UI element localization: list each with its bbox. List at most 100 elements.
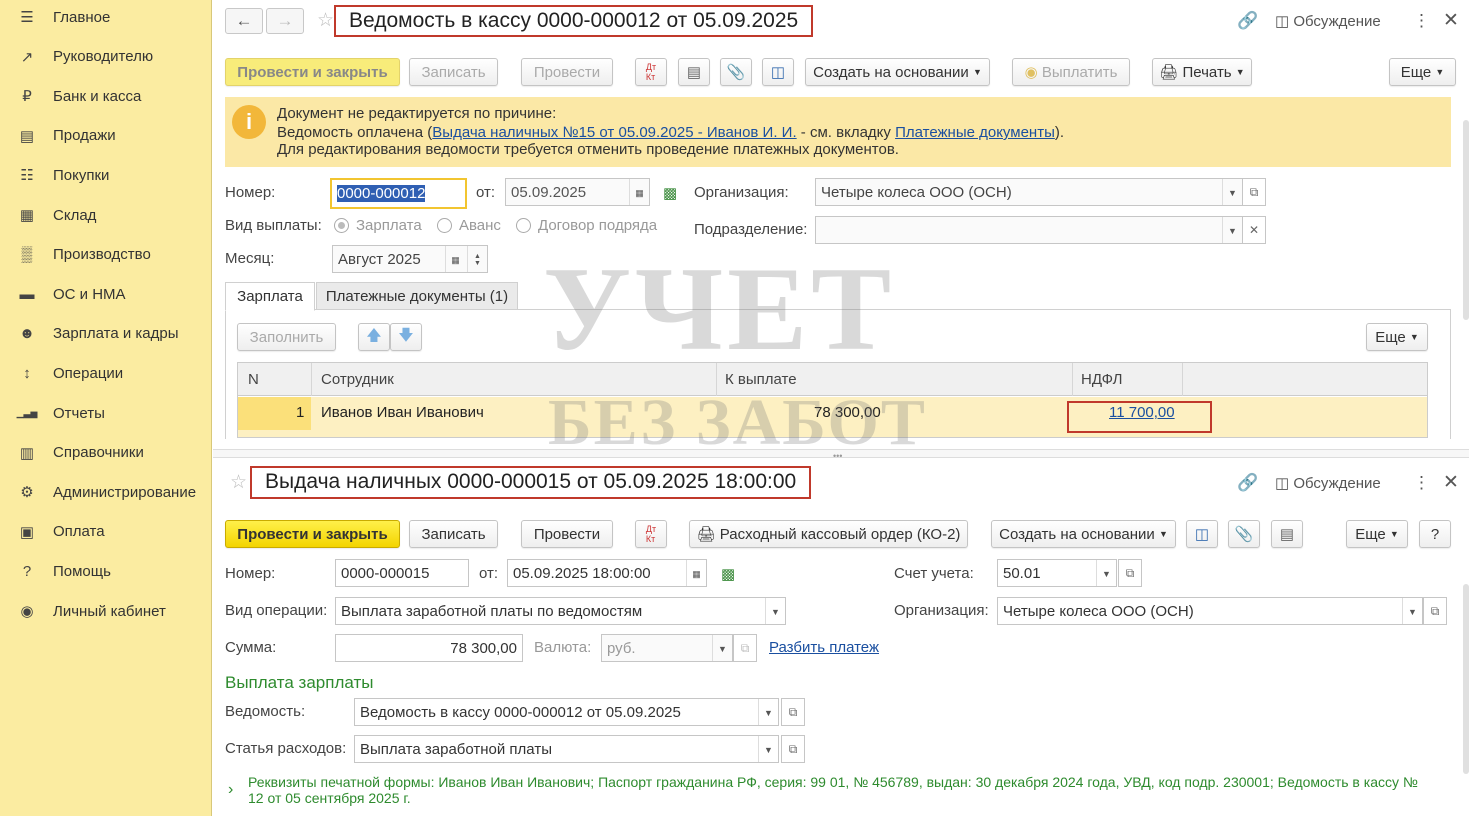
post-and-close-button[interactable]: Провести и закрыть bbox=[225, 58, 400, 86]
paytype-contract-radio[interactable]: Договор подряда bbox=[516, 217, 657, 234]
splitter[interactable]: ••• bbox=[213, 449, 1469, 461]
forward-button[interactable]: → bbox=[266, 8, 304, 34]
sidebar-item-2[interactable]: ₽ Банк и касса bbox=[0, 79, 212, 113]
chevron-down-icon[interactable]: ▼ bbox=[712, 635, 732, 661]
open-icon[interactable]: ⧉ bbox=[781, 698, 805, 726]
sidebar-item-8[interactable]: ☻ Зарплата и кадры bbox=[0, 317, 212, 351]
sidebar-item-12[interactable]: ⚙ Администрирование bbox=[0, 475, 212, 509]
month-field[interactable]: Август 2025 ▦ ▲ ▼ bbox=[332, 245, 488, 273]
sidebar-item-13[interactable]: ▣ Оплата bbox=[0, 515, 212, 549]
sidebar-item-14[interactable]: ? Помощь bbox=[0, 554, 212, 588]
scrollbar-bottom[interactable] bbox=[1463, 584, 1469, 774]
more-button-2[interactable]: Еще ▼ bbox=[1346, 520, 1408, 548]
open-icon[interactable]: ⧉ bbox=[1423, 597, 1447, 625]
date-field-2[interactable]: 05.09.2025 18:00:00 ▦ bbox=[507, 559, 707, 587]
sidebar-item-4[interactable]: ☷ Покупки bbox=[0, 158, 212, 192]
optype-field[interactable]: Выплата заработной платы по ведомостям ▼ bbox=[335, 597, 786, 625]
sidebar-item-10[interactable]: ▁▃▅ Отчеты bbox=[0, 396, 212, 430]
chevron-down-icon[interactable]: ▼ bbox=[1402, 598, 1422, 624]
payment-docs-tab-link[interactable]: Платежные документы bbox=[895, 124, 1055, 141]
chevron-down-icon[interactable]: ▼ bbox=[1096, 560, 1116, 586]
table-row[interactable]: 1 Иванов Иван Иванович 78 300,00 11 700,… bbox=[238, 397, 1427, 430]
post-and-close-button-2[interactable]: Провести и закрыть bbox=[225, 520, 400, 548]
dt-kt-button[interactable]: Дт Кт bbox=[635, 58, 667, 86]
paytype-advance-radio[interactable]: Аванс bbox=[437, 217, 501, 234]
save-button[interactable]: Записать bbox=[409, 58, 498, 86]
currency-field[interactable]: руб. ▼ bbox=[601, 634, 733, 662]
open-icon[interactable]: ⧉ bbox=[1242, 178, 1266, 206]
chevron-down-icon[interactable]: ▼ bbox=[758, 736, 778, 762]
sidebar-item-9[interactable]: ↕ Операции bbox=[0, 356, 212, 390]
org-field[interactable]: Четыре колеса ООО (ОСН) ▼ bbox=[815, 178, 1243, 206]
dt-kt-button-2[interactable]: Дт Кт bbox=[635, 520, 667, 548]
close-icon[interactable]: ✕ bbox=[1443, 9, 1459, 32]
sidebar-item-0[interactable]: ☰ Главное bbox=[0, 0, 212, 34]
create-based-on-button-2[interactable]: Создать на основании ▼ bbox=[991, 520, 1176, 548]
more-button[interactable]: Еще ▼ bbox=[1389, 58, 1456, 86]
account-field[interactable]: 50.01 ▼ bbox=[997, 559, 1117, 587]
post-button[interactable]: Провести bbox=[521, 58, 613, 86]
attach-button[interactable]: 📎 bbox=[720, 58, 752, 86]
discussion-button-2[interactable]: ◫ Обсуждение bbox=[1275, 474, 1381, 492]
tab-payment-docs[interactable]: Платежные документы (1) bbox=[316, 282, 518, 310]
payment-doc-link[interactable]: Выдача наличных №15 от 05.09.2025 - Иван… bbox=[432, 124, 796, 141]
chevron-down-icon[interactable]: ▼ bbox=[758, 699, 778, 725]
close-icon[interactable]: ✕ bbox=[1443, 471, 1459, 494]
sum-field[interactable]: 78 300,00 bbox=[335, 634, 523, 662]
chevron-down-icon[interactable]: ▼ bbox=[765, 598, 785, 624]
structure-button-2[interactable]: ◫ bbox=[1186, 520, 1218, 548]
expense-field[interactable]: Выплата заработной платы ▼ bbox=[354, 735, 779, 763]
chevron-right-icon[interactable]: › bbox=[228, 781, 233, 799]
cash-order-button[interactable]: 🖨 Расходный кассовый ордер (КО-2) bbox=[689, 520, 968, 548]
sidebar-item-5[interactable]: ▦ Склад bbox=[0, 198, 212, 232]
number-field-2[interactable]: 0000-000015 bbox=[335, 559, 469, 587]
save-button-2[interactable]: Записать bbox=[409, 520, 498, 548]
spin-icon[interactable]: ▲ ▼ bbox=[467, 246, 487, 272]
attach-button-2[interactable]: 📎 bbox=[1228, 520, 1260, 548]
more-vertical-icon[interactable]: ⋮ bbox=[1413, 473, 1430, 493]
sidebar-item-7[interactable]: ▬ ОС и НМА bbox=[0, 277, 212, 311]
org-field-2[interactable]: Четыре колеса ООО (ОСН) ▼ bbox=[997, 597, 1423, 625]
fill-button[interactable]: Заполнить bbox=[237, 323, 336, 351]
sidebar-item-6[interactable]: ▒ Производство bbox=[0, 238, 212, 272]
clear-icon[interactable]: ✕ bbox=[1242, 216, 1266, 244]
favorite-star-icon[interactable]: ☆ bbox=[230, 471, 247, 494]
favorite-star-icon[interactable]: ☆ bbox=[317, 9, 334, 32]
report-button-2[interactable]: ▤ bbox=[1271, 520, 1303, 548]
paytype-salary-radio[interactable]: Зарплата bbox=[334, 217, 422, 234]
sidebar-item-3[interactable]: ▤ Продажи bbox=[0, 119, 212, 153]
link-icon[interactable]: 🔗 bbox=[1237, 473, 1258, 493]
print-details[interactable]: Реквизиты печатной формы: Иванов Иван Ив… bbox=[248, 774, 1428, 806]
statement-field[interactable]: Ведомость в кассу 0000-000012 от 05.09.2… bbox=[354, 698, 779, 726]
create-based-on-button[interactable]: Создать на основании ▼ bbox=[805, 58, 990, 86]
dept-field[interactable]: ▼ bbox=[815, 216, 1243, 244]
help-button[interactable]: ? bbox=[1419, 520, 1451, 548]
back-button[interactable]: ← bbox=[225, 8, 263, 34]
report-button[interactable]: ▤ bbox=[678, 58, 710, 86]
link-icon[interactable]: 🔗 bbox=[1237, 11, 1258, 31]
move-up-button[interactable]: 🡅 bbox=[358, 323, 390, 351]
tab-salary[interactable]: Зарплата bbox=[225, 282, 315, 311]
open-icon[interactable]: ⧉ bbox=[781, 735, 805, 763]
date-field[interactable]: 05.09.2025 ▦ bbox=[505, 178, 650, 206]
number-field[interactable]: 0000-000012 bbox=[330, 178, 467, 209]
print-button[interactable]: 🖨 Печать ▼ bbox=[1152, 58, 1252, 86]
open-icon[interactable]: ⧉ bbox=[1118, 559, 1142, 587]
calendar-icon[interactable]: ▦ bbox=[445, 246, 465, 272]
scrollbar-top[interactable] bbox=[1463, 120, 1469, 320]
calendar-icon[interactable]: ▦ bbox=[629, 179, 649, 205]
split-payment-link[interactable]: Разбить платеж bbox=[769, 639, 879, 656]
table-more-button[interactable]: Еще ▼ bbox=[1366, 323, 1428, 351]
more-vertical-icon[interactable]: ⋮ bbox=[1413, 11, 1430, 31]
move-down-button[interactable]: 🡇 bbox=[390, 323, 422, 351]
chevron-down-icon[interactable]: ▼ bbox=[1222, 217, 1242, 243]
sidebar-item-11[interactable]: ▥ Справочники bbox=[0, 436, 212, 470]
calendar-icon[interactable]: ▦ bbox=[686, 560, 706, 586]
open-icon[interactable]: ⧉ bbox=[733, 634, 757, 662]
post-button-2[interactable]: Провести bbox=[521, 520, 613, 548]
discussion-button[interactable]: ◫ Обсуждение bbox=[1275, 12, 1381, 30]
sidebar-item-15[interactable]: ◉ Личный кабинет bbox=[0, 594, 212, 628]
chevron-down-icon[interactable]: ▼ bbox=[1222, 179, 1242, 205]
structure-button[interactable]: ◫ bbox=[762, 58, 794, 86]
pay-button[interactable]: ◉ Выплатить bbox=[1012, 58, 1130, 86]
